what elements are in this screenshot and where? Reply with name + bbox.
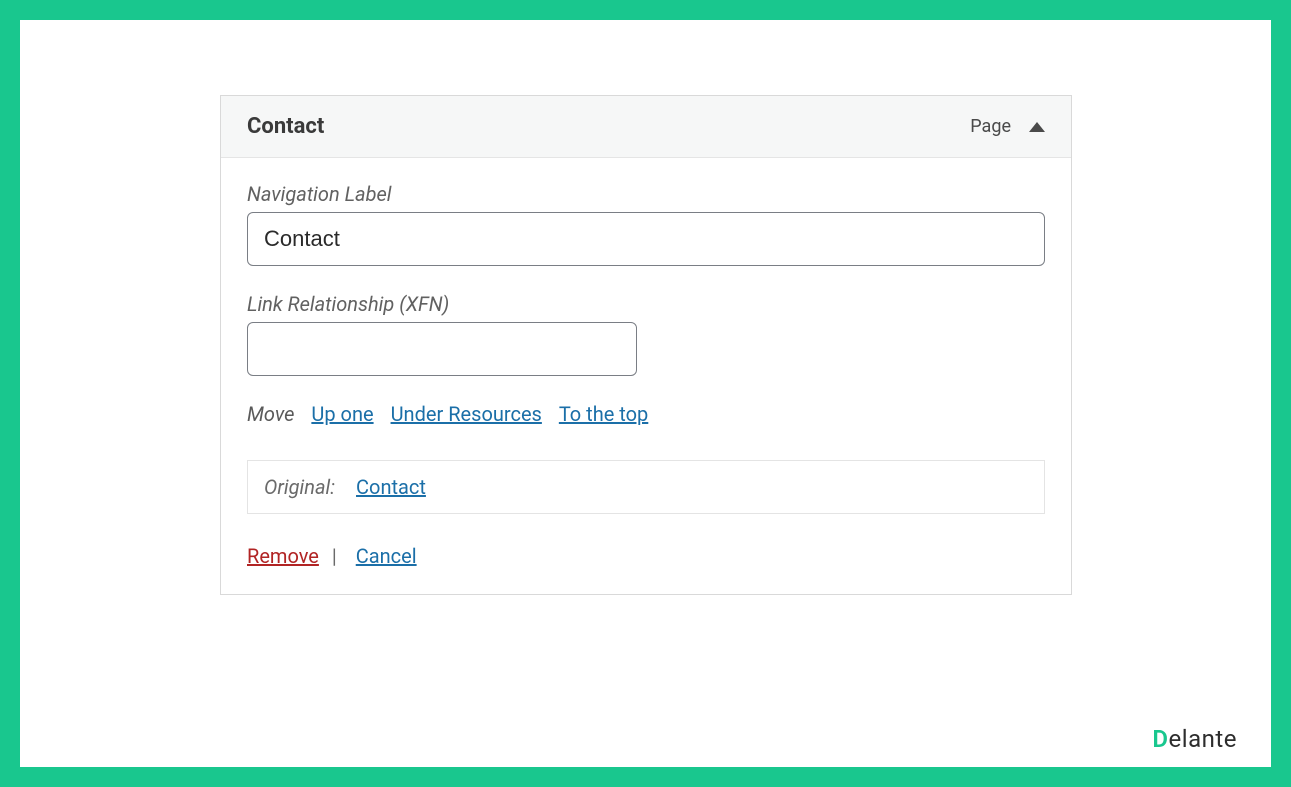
actions-row: Remove | Cancel	[247, 544, 1045, 568]
original-box: Original: Contact	[247, 460, 1045, 514]
nav-label-title: Navigation Label	[247, 182, 1045, 206]
panel-type-label: Page	[970, 116, 1011, 137]
collapse-icon[interactable]	[1029, 122, 1045, 132]
move-to-top-link[interactable]: To the top	[559, 402, 648, 426]
actions-separator: |	[332, 544, 337, 568]
canvas: Contact Page Navigation Label Link Relat…	[20, 20, 1271, 767]
panel-body: Navigation Label Link Relationship (XFN)…	[221, 158, 1071, 594]
remove-link[interactable]: Remove	[247, 544, 319, 568]
menu-item-panel: Contact Page Navigation Label Link Relat…	[220, 95, 1072, 595]
move-row: Move Up one Under Resources To the top	[247, 402, 1045, 426]
cancel-link[interactable]: Cancel	[356, 544, 417, 568]
move-up-one-link[interactable]: Up one	[311, 402, 373, 426]
brand-logo: Delante	[1152, 725, 1237, 753]
move-under-link[interactable]: Under Resources	[391, 402, 542, 426]
outer-frame: Contact Page Navigation Label Link Relat…	[0, 0, 1291, 787]
xfn-title: Link Relationship (XFN)	[247, 292, 1045, 316]
panel-header[interactable]: Contact Page	[221, 96, 1071, 158]
panel-title: Contact	[247, 114, 324, 139]
original-link[interactable]: Contact	[356, 475, 426, 499]
nav-label-input[interactable]	[247, 212, 1045, 266]
original-label: Original:	[264, 475, 335, 499]
panel-type-wrap: Page	[970, 116, 1045, 137]
xfn-input[interactable]	[247, 322, 637, 376]
move-label: Move	[247, 402, 294, 426]
brand-rest: elante	[1169, 725, 1237, 753]
brand-first-letter: D	[1152, 725, 1168, 753]
